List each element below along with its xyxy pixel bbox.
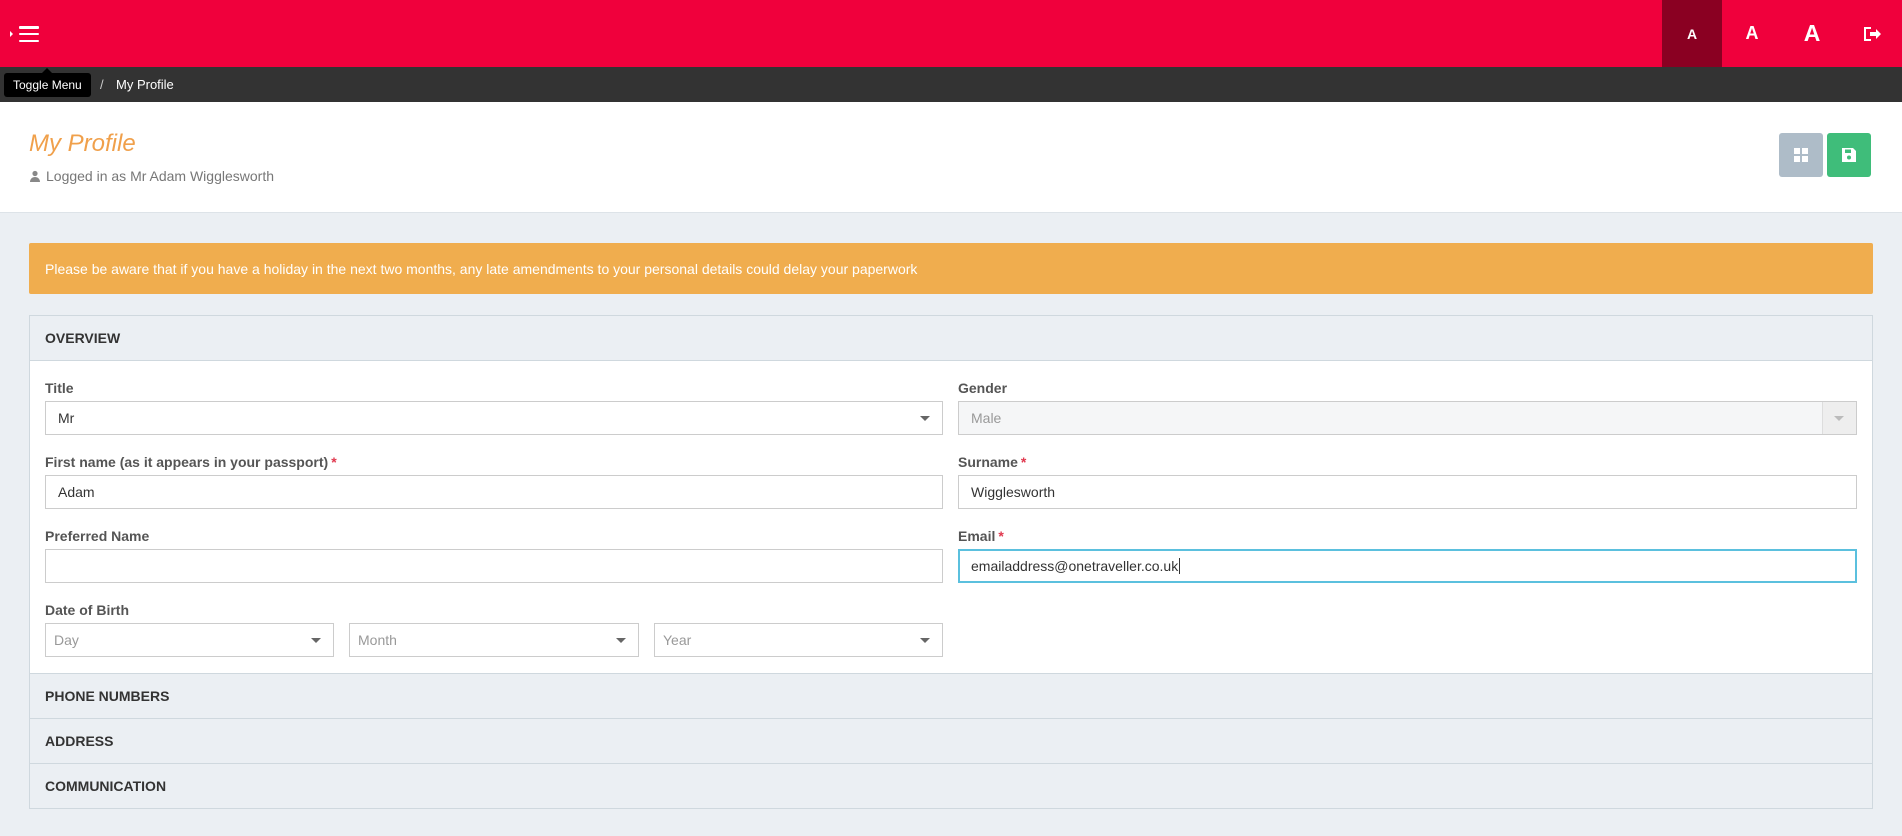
email-label: Email * <box>958 528 1004 544</box>
dob-month-value: Month <box>358 632 397 648</box>
overview-form: Title Mr Gender Male First name (as it a… <box>30 361 1872 673</box>
first-name-input[interactable]: Adam <box>45 475 943 509</box>
communication-section-header[interactable]: COMMUNICATION <box>30 763 1872 808</box>
gender-select: Male <box>958 401 1857 435</box>
title-select[interactable]: Mr <box>45 401 943 435</box>
logged-in-text: Logged in as Mr Adam Wigglesworth <box>46 168 274 184</box>
dob-month-select[interactable]: Month <box>349 623 639 657</box>
first-name-value: Adam <box>58 484 95 500</box>
chevron-down-icon <box>920 416 930 421</box>
dob-year-value: Year <box>663 632 692 648</box>
logged-in-info: Logged in as Mr Adam Wigglesworth <box>29 168 274 184</box>
font-size-small-button[interactable]: A <box>1662 0 1722 67</box>
gender-label: Gender <box>958 380 1008 396</box>
caret-right-icon <box>10 31 13 37</box>
save-icon <box>1842 148 1856 162</box>
preferred-name-input[interactable] <box>45 549 943 583</box>
chevron-down-icon <box>311 638 321 643</box>
overview-section-header[interactable]: OVERVIEW <box>30 316 1872 361</box>
hamburger-icon <box>19 26 39 42</box>
toggle-menu-tooltip: Toggle Menu <box>4 68 91 97</box>
user-icon <box>30 170 40 182</box>
font-size-controls: A A A <box>1662 0 1902 67</box>
first-name-label: First name (as it appears in your passpo… <box>45 454 337 470</box>
surname-label: Surname * <box>958 454 1027 470</box>
logout-button[interactable] <box>1842 0 1902 67</box>
phone-numbers-section-header[interactable]: PHONE NUMBERS <box>30 673 1872 718</box>
page-title: My Profile <box>29 130 136 157</box>
top-bar: A A A <box>0 0 1902 67</box>
logout-icon <box>1864 26 1881 41</box>
title-label: Title <box>45 380 74 396</box>
email-input[interactable]: emailaddress@onetraveller.co.uk <box>958 549 1857 583</box>
gender-select-value: Male <box>971 410 1002 426</box>
breadcrumb-current: My Profile <box>116 77 174 92</box>
dob-label: Date of Birth <box>45 602 129 618</box>
dashboard-icon <box>1794 148 1808 162</box>
surname-value: Wigglesworth <box>971 484 1056 500</box>
dob-year-select[interactable]: Year <box>654 623 943 657</box>
chevron-down-icon <box>920 638 930 643</box>
chevron-down-icon <box>616 638 626 643</box>
text-cursor <box>1179 558 1181 574</box>
font-size-large-button[interactable]: A <box>1782 0 1842 67</box>
page-header: My Profile Logged in as Mr Adam Wigglesw… <box>0 102 1902 213</box>
title-select-value: Mr <box>58 410 75 426</box>
chevron-down-icon <box>1834 416 1844 421</box>
profile-accordion: OVERVIEW Title Mr Gender Male First name… <box>29 315 1873 809</box>
breadcrumb-separator: / <box>100 77 104 92</box>
save-button[interactable] <box>1827 133 1871 177</box>
surname-input[interactable]: Wigglesworth <box>958 475 1857 509</box>
breadcrumb: Toggle Menu / My Profile <box>0 67 1902 102</box>
dob-day-value: Day <box>54 632 79 648</box>
warning-alert: Please be aware that if you have a holid… <box>29 243 1873 294</box>
email-value: emailaddress@onetraveller.co.uk <box>971 558 1179 574</box>
dashboard-button[interactable] <box>1779 133 1823 177</box>
dob-day-select[interactable]: Day <box>45 623 334 657</box>
menu-toggle-button[interactable] <box>10 20 50 48</box>
address-section-header[interactable]: ADDRESS <box>30 718 1872 763</box>
font-size-medium-button[interactable]: A <box>1722 0 1782 67</box>
preferred-name-label: Preferred Name <box>45 528 150 544</box>
